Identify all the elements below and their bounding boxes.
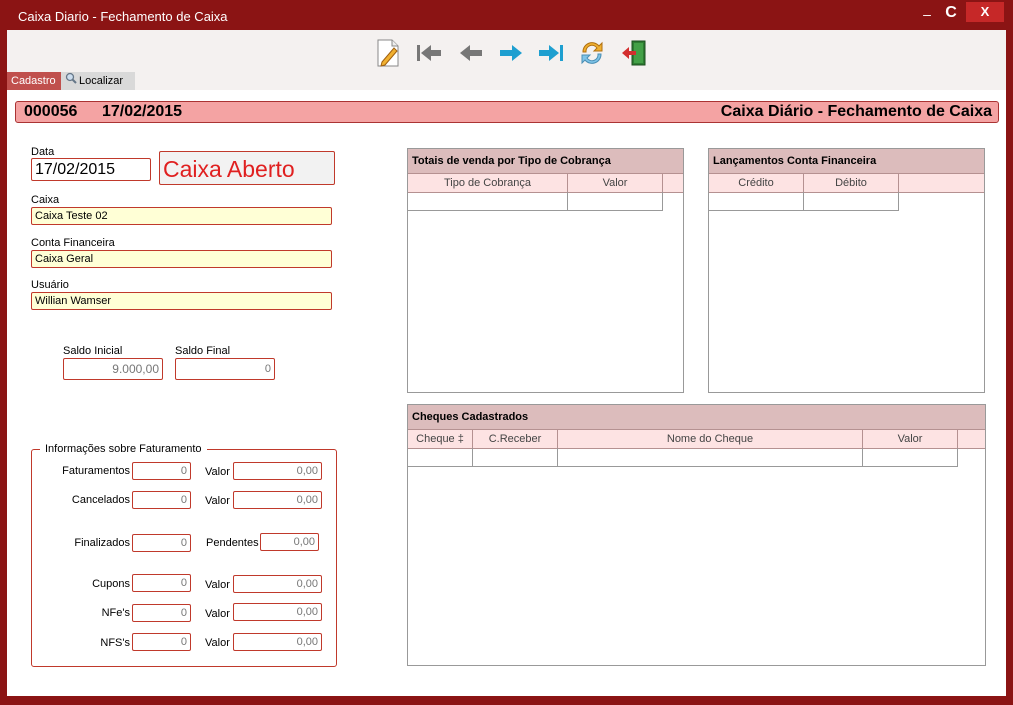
usuario-field[interactable]: Willian Wamser — [31, 292, 332, 310]
next-record-icon — [500, 45, 522, 61]
caixa-field[interactable]: Caixa Teste 02 — [31, 207, 332, 225]
cheques-grid-title: Cheques Cadastrados — [408, 405, 985, 430]
cupons-label: Cupons — [92, 578, 130, 590]
col-cheque[interactable]: Cheque ‡ — [408, 430, 473, 448]
table-row-cell[interactable] — [568, 192, 663, 211]
col-credito[interactable]: Crédito — [709, 174, 804, 192]
usuario-label: Usuário — [31, 279, 69, 291]
record-header: 000056 17/02/2015 Caixa Diário - Fechame… — [15, 101, 999, 123]
nfes-valor-label: Valor — [205, 608, 230, 620]
faturamentos-count[interactable]: 0 — [132, 462, 191, 480]
cancelados-valor[interactable]: 0,00 — [233, 491, 322, 509]
table-row-cell[interactable] — [863, 448, 958, 467]
refresh-button[interactable] — [577, 38, 607, 68]
col-tipo-cobranca[interactable]: Tipo de Cobrança — [408, 174, 568, 192]
previous-record-icon — [460, 45, 482, 61]
faturamento-group: Informações sobre Faturamento Faturament… — [31, 443, 337, 667]
faturamentos-label: Faturamentos — [62, 465, 130, 477]
pendentes-label: Pendentes — [206, 537, 259, 549]
faturamentos-valor-label: Valor — [205, 466, 230, 478]
table-row-cell[interactable] — [408, 448, 473, 467]
last-record-button[interactable] — [536, 38, 566, 68]
restore-button[interactable]: C — [940, 2, 962, 24]
nfes-count[interactable]: 0 — [132, 604, 191, 622]
nfss-valor[interactable]: 0,00 — [233, 633, 322, 651]
conta-financeira-label: Conta Financeira — [31, 237, 115, 249]
cupons-count[interactable]: 0 — [132, 574, 191, 592]
record-title: Caixa Diário - Fechamento de Caixa — [720, 103, 992, 120]
cupons-valor[interactable]: 0,00 — [233, 575, 322, 593]
saldo-final-label: Saldo Final — [175, 345, 231, 357]
tab-localizar-label: Localizar — [79, 75, 124, 87]
saldo-inicial-field[interactable]: 9.000,00 — [63, 358, 163, 380]
toolbar: Cadastro Localizar — [7, 30, 1006, 90]
faturamentos-valor[interactable]: 0,00 — [233, 462, 322, 480]
col-valor-cheque[interactable]: Valor — [863, 430, 958, 448]
record-date: 17/02/2015 — [102, 103, 183, 120]
lancamentos-grid-title: Lançamentos Conta Financeira — [709, 149, 984, 174]
saldo-final-field[interactable]: 0 — [175, 358, 275, 380]
status-badge: Caixa Aberto — [159, 151, 335, 185]
pendentes-valor[interactable]: 0,00 — [260, 533, 319, 551]
minimize-button[interactable]: – — [918, 3, 936, 25]
window-title: Caixa Diario - Fechamento de Caixa — [18, 9, 228, 24]
nfes-valor[interactable]: 0,00 — [233, 603, 322, 621]
new-document-button[interactable] — [373, 38, 403, 68]
client-area: Cadastro Localizar 000056 17/02/2015 Cai… — [7, 30, 1006, 696]
next-record-button[interactable] — [496, 38, 526, 68]
record-number: 000056 — [24, 103, 78, 120]
lancamentos-grid[interactable]: Lançamentos Conta Financeira Crédito Déb… — [708, 148, 985, 393]
data-label: Data — [31, 146, 55, 158]
title-bar: Caixa Diario - Fechamento de Caixa – C X — [0, 0, 1013, 30]
previous-record-button[interactable] — [456, 38, 486, 68]
refresh-icon — [581, 41, 603, 65]
search-icon — [65, 72, 77, 90]
col-nome-cheque[interactable]: Nome do Cheque — [558, 430, 863, 448]
new-document-icon — [377, 39, 399, 67]
close-button[interactable]: X — [966, 2, 1004, 22]
table-row-cell[interactable] — [408, 192, 568, 211]
col-c-receber[interactable]: C.Receber — [473, 430, 558, 448]
cancelados-valor-label: Valor — [205, 495, 230, 507]
totais-grid-title: Totais de venda por Tipo de Cobrança — [408, 149, 683, 174]
window-bottom-border — [0, 696, 1013, 705]
nfss-count[interactable]: 0 — [132, 633, 191, 651]
data-field[interactable]: 17/02/2015 — [31, 158, 151, 181]
lancamentos-grid-header: Crédito Débito — [709, 174, 984, 193]
cheques-grid[interactable]: Cheques Cadastrados Cheque ‡ C.Receber N… — [407, 404, 986, 666]
cupons-valor-label: Valor — [205, 579, 230, 591]
nfes-label: NFe's — [101, 607, 130, 619]
finalizados-count[interactable]: 0 — [132, 534, 191, 552]
totais-grid[interactable]: Totais de venda por Tipo de Cobrança Tip… — [407, 148, 684, 393]
faturamento-legend: Informações sobre Faturamento — [40, 443, 207, 455]
last-record-icon — [539, 45, 563, 61]
tab-cadastro[interactable]: Cadastro — [7, 72, 61, 90]
totais-grid-header: Tipo de Cobrança Valor — [408, 174, 683, 193]
exit-button[interactable] — [619, 38, 649, 68]
cancelados-label: Cancelados — [71, 494, 130, 506]
exit-icon — [622, 40, 646, 66]
table-row-cell[interactable] — [473, 448, 558, 467]
nfss-label: NFS's — [100, 637, 130, 649]
col-debito[interactable]: Débito — [804, 174, 899, 192]
table-row-cell[interactable] — [558, 448, 863, 467]
table-row-cell[interactable] — [804, 192, 899, 211]
conta-financeira-field[interactable]: Caixa Geral — [31, 250, 332, 268]
saldo-inicial-label: Saldo Inicial — [63, 345, 123, 357]
finalizados-label: Finalizados — [74, 537, 130, 549]
nfss-valor-label: Valor — [205, 637, 230, 649]
col-valor[interactable]: Valor — [568, 174, 663, 192]
first-record-icon — [417, 45, 441, 61]
table-row-cell[interactable] — [709, 192, 804, 211]
cancelados-count[interactable]: 0 — [132, 491, 191, 509]
cheques-grid-header: Cheque ‡ C.Receber Nome do Cheque Valor — [408, 430, 985, 449]
tab-localizar[interactable]: Localizar — [61, 72, 135, 90]
first-record-button[interactable] — [414, 38, 444, 68]
caixa-label: Caixa — [31, 194, 60, 206]
